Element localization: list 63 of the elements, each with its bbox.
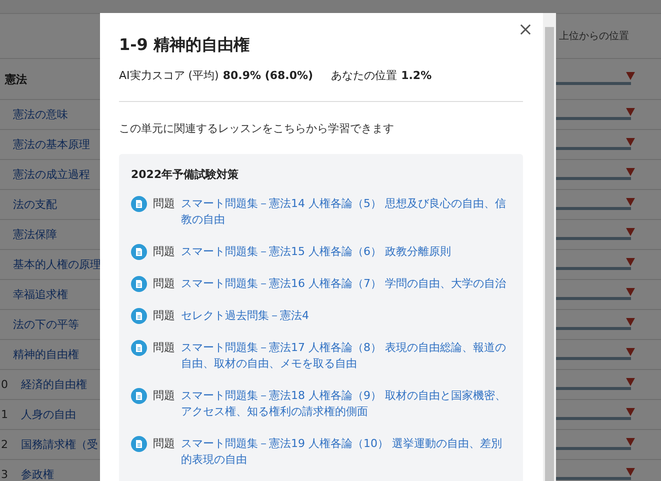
column-header: 上位からの位置 bbox=[559, 30, 629, 43]
unit-link[interactable]: 人身の自由 bbox=[13, 407, 76, 422]
score-label: AI実力スコア (平均) bbox=[119, 68, 219, 83]
item-type: 問題 bbox=[153, 308, 175, 324]
intro-text: この単元に関連するレッスンをこちらから学習できます bbox=[119, 121, 395, 136]
item-type: 問題 bbox=[153, 340, 175, 356]
marker-icon bbox=[626, 72, 635, 80]
unit-link[interactable]: 憲法の成立過程 bbox=[0, 167, 90, 182]
lesson-link[interactable]: スマート問題集－憲法18 人権各論（9） 取材の自由と国家機密、アクセス権、知る権利の請求権的側面 bbox=[181, 388, 511, 420]
marker-icon bbox=[626, 348, 635, 356]
lesson-link[interactable]: スマート問題集－憲法17 人権各論（8） 表現の自由総論、報道の自由、取材の自由、メモを取る自由 bbox=[181, 340, 511, 372]
lesson-link[interactable]: セレクト過去問集－憲法4 bbox=[181, 308, 511, 324]
modal-title: 1-9 精神的自由権 bbox=[119, 35, 250, 56]
score-value: 80.9% (68.0%) bbox=[222, 69, 314, 82]
document-icon bbox=[131, 308, 147, 324]
marker-icon bbox=[626, 318, 635, 326]
lesson-link[interactable]: スマート問題集－憲法15 人権各論（6） 政教分離原則 bbox=[181, 244, 511, 260]
item-type: 問題 bbox=[153, 276, 175, 292]
row-number: 2 bbox=[0, 438, 9, 451]
marker-icon bbox=[626, 408, 635, 416]
marker-icon bbox=[626, 468, 635, 476]
lesson-link[interactable]: スマート問題集－憲法14 人権各論（5） 思想及び良心の自由、信教の自由 bbox=[181, 196, 511, 228]
lesson-link[interactable]: スマート問題集－憲法19 人権各論（10） 選挙運動の自由、差別的表現の自由 bbox=[181, 436, 511, 468]
position-value: 1.2% bbox=[401, 69, 432, 82]
unit-link[interactable]: 参政権 bbox=[13, 467, 54, 481]
unit-link[interactable]: 精神的自由権 bbox=[0, 347, 79, 362]
document-icon bbox=[131, 436, 147, 452]
document-icon bbox=[131, 196, 147, 212]
row-number: 3 bbox=[0, 468, 9, 481]
marker-icon bbox=[626, 438, 635, 446]
row-number: 1 bbox=[0, 408, 9, 421]
item-type: 問題 bbox=[153, 244, 175, 260]
document-icon bbox=[131, 244, 147, 260]
unit-link[interactable]: 幸福追求権 bbox=[0, 287, 68, 302]
item-type: 問題 bbox=[153, 436, 175, 452]
unit-link[interactable]: 法の支配 bbox=[0, 197, 57, 212]
row-number: 0 bbox=[0, 378, 9, 391]
unit-link[interactable]: 基本的人権の原理 bbox=[0, 257, 101, 272]
item-type: 問題 bbox=[153, 388, 175, 404]
section-title: 憲法 bbox=[4, 72, 27, 86]
marker-icon bbox=[626, 288, 635, 296]
lesson-link[interactable]: スマート問題集－憲法16 人権各論（7） 学問の自由、大学の自治 bbox=[181, 276, 511, 292]
unit-link[interactable]: 憲法保障 bbox=[0, 227, 57, 242]
marker-icon bbox=[626, 198, 635, 206]
unit-link[interactable]: 憲法の基本原理 bbox=[0, 137, 90, 152]
unit-link[interactable]: 憲法の意味 bbox=[0, 107, 68, 122]
unit-link[interactable]: 法の下の平等 bbox=[0, 317, 79, 332]
marker-icon bbox=[626, 228, 635, 236]
document-icon bbox=[131, 340, 147, 356]
marker-icon bbox=[626, 258, 635, 266]
close-icon[interactable] bbox=[520, 24, 531, 35]
marker-icon bbox=[626, 138, 635, 146]
marker-icon bbox=[626, 378, 635, 386]
item-type: 問題 bbox=[153, 196, 175, 212]
unit-link[interactable]: 経済的自由権 bbox=[13, 377, 87, 392]
document-icon bbox=[131, 276, 147, 292]
marker-icon bbox=[626, 108, 635, 116]
scrollbar[interactable] bbox=[543, 13, 556, 481]
position-label: あなたの位置 bbox=[331, 68, 398, 83]
unit-link[interactable]: 国務請求権（受 bbox=[13, 437, 98, 452]
document-icon bbox=[131, 388, 147, 404]
group-title: 2022年予備試験対策 bbox=[131, 167, 240, 182]
marker-icon bbox=[626, 168, 635, 176]
